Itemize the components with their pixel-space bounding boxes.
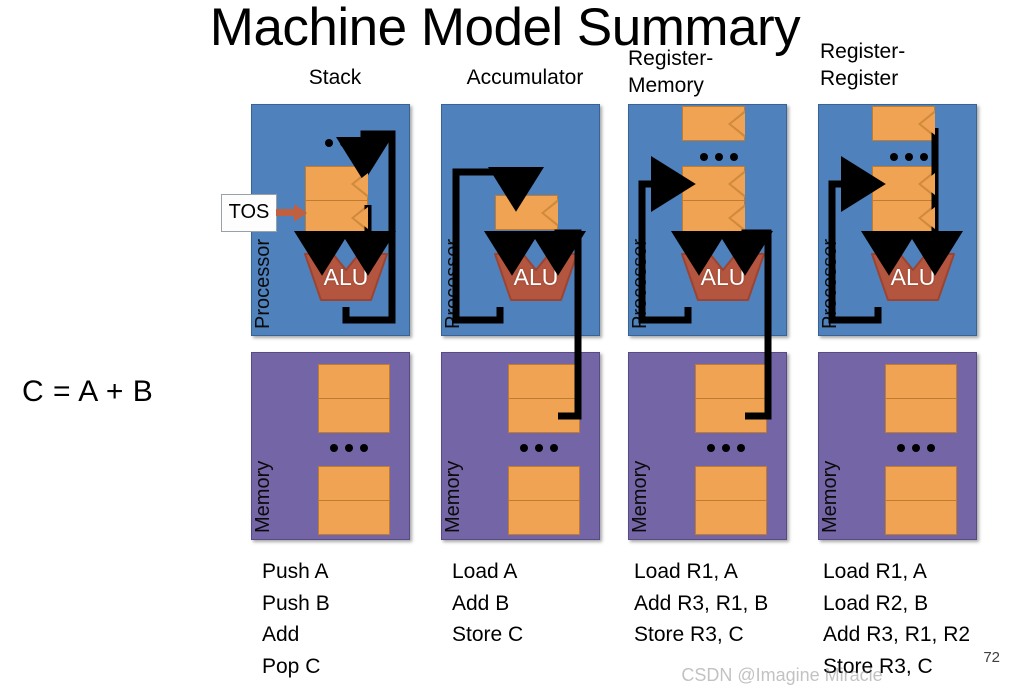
ellipsis-dots — [325, 139, 363, 147]
column-heading-accumulator: Accumulator — [466, 66, 584, 89]
instruction-line: Load R1, A — [634, 560, 738, 583]
instruction-line: Load R2, B — [823, 591, 929, 615]
processor-label: Processor — [629, 238, 651, 329]
memory-cell — [695, 466, 767, 501]
register-cell — [305, 166, 368, 201]
ellipsis-dots — [330, 444, 368, 452]
memory-cell — [885, 364, 957, 399]
alu-accumulator: ALU — [493, 252, 579, 307]
register-cell — [872, 200, 935, 235]
instruction-list-stack: Push A Push B Add Pop C — [262, 556, 330, 682]
memory-cell — [508, 398, 580, 433]
memory-cell — [508, 364, 580, 399]
memory-cell — [695, 500, 767, 535]
register-cell — [682, 106, 745, 141]
tos-label: TOS — [228, 201, 270, 223]
ellipsis-dots — [520, 444, 558, 452]
instruction-line: Add — [262, 623, 300, 646]
register-cell — [682, 200, 745, 235]
instruction-line: Push B — [262, 591, 330, 615]
register-cell — [682, 166, 745, 201]
processor-label: Processor — [442, 238, 464, 329]
instruction-line: Load R1, A — [823, 560, 927, 583]
watermark: CSDN @Imagine Miracle — [681, 665, 883, 685]
ellipsis-dots — [890, 153, 928, 161]
alu-register-memory: ALU — [680, 252, 766, 307]
ellipsis-dots — [707, 444, 745, 452]
instruction-list-accumulator: Load A Add B Store C — [452, 556, 523, 651]
memory-cell — [885, 398, 957, 433]
instruction-line: Add B — [452, 591, 510, 615]
equation-label: C = A + B — [22, 375, 154, 408]
column-heading-register-register: Register- Register — [820, 40, 906, 90]
memory-label: Memory — [819, 460, 841, 533]
ellipsis-dots — [700, 153, 738, 161]
instruction-list-register-memory: Load R1, A Add R3, R1, B Store R3, C — [634, 556, 768, 651]
alu-stack: ALU — [303, 252, 389, 307]
page-number: 72 — [983, 649, 1000, 666]
instruction-line: Load A — [452, 560, 518, 583]
instruction-line: Add R3, R1, B — [634, 591, 769, 615]
instruction-list-register-register: Load R1, A Load R2, B Add R3, R1, R2 Sto… — [823, 556, 970, 682]
memory-cell — [318, 398, 390, 433]
instruction-line: Add R3, R1, R2 — [823, 623, 971, 646]
tos-callout: TOS — [221, 194, 277, 232]
register-cell — [872, 106, 935, 141]
column-heading-stack: Stack — [308, 66, 362, 89]
instruction-line: Store C — [452, 623, 524, 646]
memory-cell — [885, 466, 957, 501]
memory-cell — [318, 364, 390, 399]
memory-cell — [508, 466, 580, 501]
instruction-line: Store R3, C — [634, 623, 744, 646]
register-cell — [872, 166, 935, 201]
memory-cell — [885, 500, 957, 535]
accumulator-register-cell — [495, 195, 558, 230]
ellipsis-dots — [897, 444, 935, 452]
instruction-line: Pop C — [262, 654, 321, 678]
memory-cell — [508, 500, 580, 535]
register-cell — [305, 200, 368, 235]
tos-arrow-icon — [276, 203, 308, 228]
memory-label: Memory — [252, 460, 274, 533]
memory-cell — [695, 364, 767, 399]
alu-register-register: ALU — [870, 252, 956, 307]
column-heading-register-memory: Register- Memory — [628, 47, 714, 97]
memory-label: Memory — [442, 460, 464, 533]
processor-label: Processor — [819, 238, 841, 329]
memory-cell — [318, 500, 390, 535]
memory-label: Memory — [629, 460, 651, 533]
memory-cell — [318, 466, 390, 501]
slide-canvas: Machine Model Summary C = A + B Stack Ac… — [0, 0, 1010, 692]
memory-cell — [695, 398, 767, 433]
instruction-line: Push A — [262, 560, 329, 583]
